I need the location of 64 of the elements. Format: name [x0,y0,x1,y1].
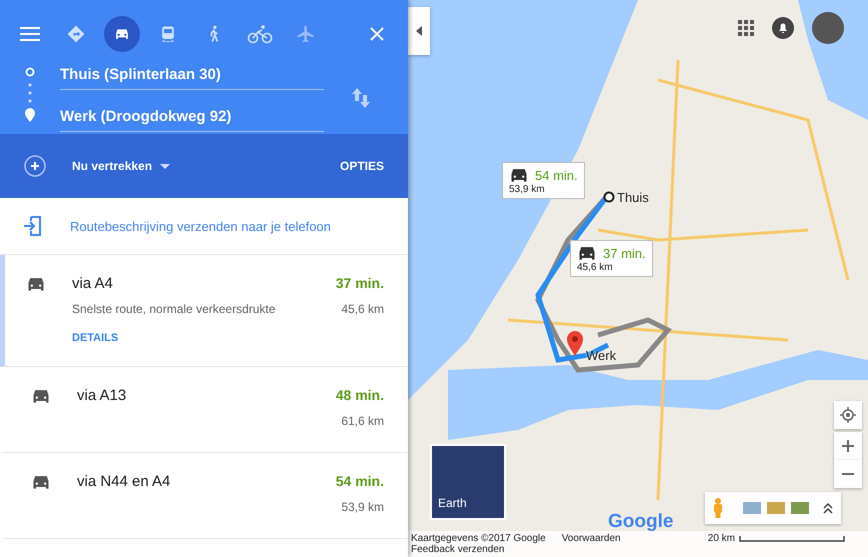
route-callout[interactable]: 37 min. 45,6 km [570,240,653,277]
car-icon [31,473,51,491]
start-label: Thuis [617,190,649,205]
plus-icon [842,440,854,452]
callout-distance: 53,9 km [509,184,546,195]
route-callout[interactable]: 54 min. 53,9 km [502,162,585,199]
zoom-in-button[interactable] [834,432,862,460]
map-view[interactable]: Thuis Werk 54 min. 53,9 km 37 min. 45,6 km Earth Google Kaartgegevens ©2017 Google Voorwaarden 20 km Feedback verzenden [408,0,868,557]
car-icon [31,387,51,405]
minus-icon [842,473,854,475]
terms-link[interactable]: Voorwaarden [562,533,621,544]
bicycle-icon [247,24,273,44]
imagery-thumbnail[interactable] [743,502,761,514]
destination-field[interactable]: Werk (Droogdokweg 92) [60,106,324,132]
route-distance: 61,6 km [341,414,384,428]
copyright-text: Kaartgegevens ©2017 Google [411,533,546,544]
route-name: via N44 en A4 [77,473,170,490]
origin-field[interactable]: Thuis (Splinterlaan 30) [60,64,324,90]
add-destination-button[interactable] [24,155,46,177]
start-point-icon [603,191,615,203]
imagery-thumbnail[interactable] [767,502,785,514]
details-link[interactable]: DETAILS [72,332,118,344]
car-icon [509,166,529,184]
callout-duration: 54 min. [535,168,578,182]
menu-button[interactable] [20,27,40,41]
scale-bar: 20 km [708,533,845,544]
close-button[interactable] [370,27,384,41]
collapse-panel-button[interactable] [408,7,430,55]
route-distance: 45,6 km [341,302,384,316]
caret-icon [416,26,422,36]
send-to-phone-link[interactable]: Routebeschrijving verzenden naar je telefoon [70,218,331,234]
route-description: Snelste route, normale verkeersdrukte [72,302,276,316]
route-duration: 54 min. [336,473,384,489]
car-icon [577,244,597,262]
callout-duration: 37 min. [603,246,646,260]
pegman-icon [713,498,723,518]
send-to-phone-icon [24,216,42,236]
map-pin-icon [566,330,584,356]
directions-sign-icon [66,24,86,44]
options-button[interactable]: OPTIES [340,159,384,173]
departure-dropdown[interactable]: Nu vertrekken [72,159,170,173]
feedback-link[interactable]: Feedback verzenden [411,544,546,555]
street-view-bar[interactable] [705,492,841,524]
route-duration: 37 min. [336,275,384,291]
travel-mode-tab[interactable] [104,16,140,52]
car-icon [26,275,46,293]
route-name: via A4 [72,275,113,292]
expand-icon [823,502,833,514]
route-name: via A13 [77,387,126,404]
airplane-icon [296,24,316,44]
map-logo: Google [606,511,676,533]
my-location-button[interactable] [834,401,862,429]
route-distance: 53,9 km [341,500,384,514]
swap-button[interactable] [352,88,370,108]
imagery-thumbnail[interactable] [791,502,809,514]
caret-icon [160,164,170,168]
route-duration: 48 min. [336,387,384,403]
end-label: Werk [586,348,616,363]
earth-view-button[interactable]: Earth [430,444,506,520]
notifications-button[interactable] [772,17,794,39]
apps-grid-icon[interactable] [738,20,754,36]
zoom-out-button[interactable] [834,460,862,488]
my-location-icon [840,407,856,423]
callout-distance: 45,6 km [577,262,614,273]
